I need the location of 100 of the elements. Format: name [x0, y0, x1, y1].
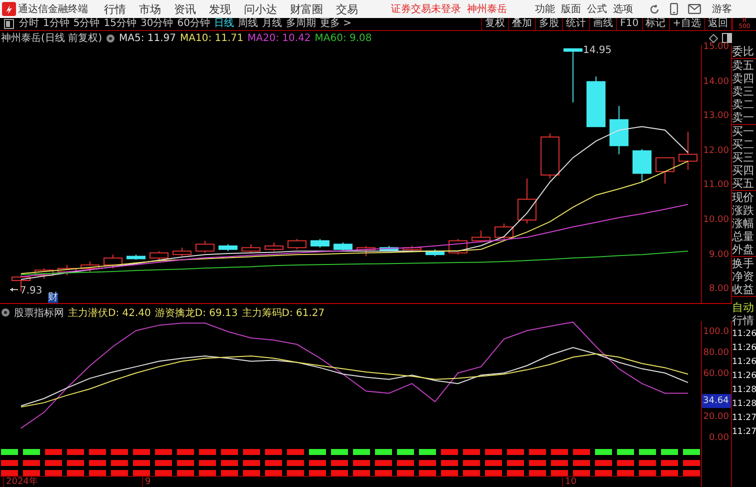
- indicator-source: 股票指标网: [14, 306, 64, 320]
- indicator-axis-label: 20.00: [703, 410, 729, 423]
- period-tab[interactable]: 月线: [260, 18, 284, 30]
- trade-time: 11:28: [732, 384, 756, 397]
- candlestick: [518, 178, 536, 224]
- period-tab[interactable]: 5分钟: [71, 18, 102, 30]
- stock-name: 神州泰岳: [467, 2, 507, 16]
- quote-field-label: 买五: [732, 177, 755, 190]
- toolbar-button[interactable]: +自选: [670, 18, 705, 30]
- quote-field-label: 买三: [732, 151, 755, 164]
- candlestick: [58, 264, 76, 276]
- quote-field-label: 涨跌: [732, 204, 755, 217]
- price-axis-label: 11.00: [703, 179, 729, 192]
- period-tab[interactable]: 分时: [17, 18, 41, 30]
- candlestick: [494, 222, 514, 240]
- quote-field-label: 买四: [732, 164, 755, 177]
- square-toggle-icon[interactable]: [4, 19, 14, 29]
- menu-item[interactable]: 功能: [535, 2, 555, 16]
- menu-item[interactable]: 版面: [561, 2, 581, 16]
- toolbar-button[interactable]: 统计: [563, 18, 590, 30]
- high-price-label: 14.95: [583, 45, 612, 56]
- candlestick: [678, 131, 698, 170]
- menu-item[interactable]: 发现: [209, 2, 231, 16]
- moving-average-label: MA60: 9.08: [314, 32, 372, 44]
- phone-icon[interactable]: [670, 3, 678, 15]
- menu-item[interactable]: 公式: [587, 2, 607, 16]
- period-tab[interactable]: 更多 >: [318, 18, 354, 30]
- user-label[interactable]: 游客: [712, 2, 732, 16]
- candlestick: [288, 238, 306, 250]
- menu-item[interactable]: 资讯: [174, 2, 196, 16]
- quote-field-label: 总量: [732, 230, 755, 243]
- candlestick: [334, 242, 352, 252]
- trade-time: 11:26: [732, 370, 756, 383]
- menu-item[interactable]: 选项: [613, 2, 633, 16]
- candlestick: [126, 254, 146, 260]
- menu-item[interactable]: 市场: [139, 2, 161, 16]
- period-tab[interactable]: 15分钟: [102, 18, 138, 30]
- quote-field-label: 净资: [732, 270, 755, 283]
- menu-item[interactable]: 财富圈: [290, 2, 323, 16]
- envelope-icon[interactable]: [688, 4, 701, 14]
- mode-label[interactable]: 自动: [732, 301, 756, 314]
- indicator-value: 游资擒龙D: 69.13: [154, 306, 238, 320]
- price-axis-label: 12.00: [703, 144, 729, 157]
- candlestick: [610, 105, 628, 155]
- date-axis-label: 9: [142, 477, 151, 487]
- candlestick: [242, 244, 260, 254]
- chart-title: 神州泰岳(日线 前复权): [1, 32, 102, 45]
- refresh-icon[interactable]: [649, 4, 660, 14]
- date-axis-label: 2024年: [3, 477, 38, 487]
- menu-item[interactable]: 问小达: [244, 2, 277, 16]
- quote-field-label: 买二: [732, 138, 755, 151]
- candlestick: [564, 48, 582, 103]
- toolbar-button[interactable]: 画线: [590, 18, 618, 30]
- candlestick: [80, 261, 100, 272]
- toolbar-button[interactable]: 复权: [482, 18, 510, 30]
- menu-item[interactable]: 行情: [104, 2, 126, 16]
- event-marker[interactable]: 财: [48, 293, 58, 303]
- period-tab[interactable]: 多周期: [284, 18, 318, 30]
- quote-field-label: 外盘: [732, 243, 755, 256]
- quote-field-label: 收益: [732, 283, 755, 296]
- period-tab[interactable]: 周线: [236, 18, 260, 30]
- settings-icon[interactable]: [106, 34, 115, 42]
- candlestick: [472, 230, 490, 243]
- app-title: 通达信金融终端: [18, 2, 88, 16]
- diamond-icon[interactable]: [709, 34, 718, 42]
- price-axis-label: 15.00: [703, 41, 729, 54]
- quote-field-label: 换手: [732, 257, 755, 270]
- quote-field-label: 卖五: [732, 59, 755, 72]
- period-tab[interactable]: 30分钟: [138, 18, 176, 30]
- login-status[interactable]: 证券交易未登录: [391, 2, 461, 16]
- toolbar-button[interactable]: 返回: [705, 18, 732, 30]
- indicator-value: 主力潜伏D: 42.40: [68, 306, 151, 320]
- moving-average-label: MA5: 11.97: [118, 32, 176, 44]
- price-axis-label: 14.00: [703, 76, 729, 88]
- settings-icon[interactable]: [1, 308, 10, 317]
- trade-time: 11:27: [732, 412, 756, 425]
- toolbar-button[interactable]: F10: [617, 18, 643, 30]
- candlestick: [150, 250, 168, 262]
- candlestick: [172, 247, 192, 257]
- candlestick: [196, 240, 214, 254]
- menu-item[interactable]: 交易: [336, 2, 358, 16]
- panel-toggle-icon[interactable]: [722, 33, 732, 43]
- toolbar-button[interactable]: 叠加: [509, 18, 536, 30]
- toolbar-button[interactable]: 标记: [642, 18, 670, 30]
- trade-time: 11:28: [732, 398, 756, 411]
- price-axis-label: 8.00: [708, 283, 729, 296]
- candlestick: [632, 148, 652, 182]
- period-tab[interactable]: 日线: [212, 18, 236, 30]
- quote-field-label: 涨幅: [732, 217, 755, 230]
- moving-average-label: MA20: 10.42: [247, 32, 311, 44]
- price-axis-label: 13.00: [703, 110, 729, 122]
- indicator-axis-label: 60.00: [703, 368, 729, 380]
- current-value-label: 34.64: [702, 394, 731, 408]
- toolbar-button[interactable]: 多股: [536, 18, 564, 30]
- candlestick: [656, 157, 674, 184]
- period-tab[interactable]: 1分钟: [41, 18, 72, 30]
- price-axis-label: 10.00: [703, 214, 729, 226]
- period-tab[interactable]: 60分钟: [175, 18, 212, 30]
- moving-average-label: MA10: 11.71: [180, 32, 244, 44]
- candlestick: [586, 76, 606, 128]
